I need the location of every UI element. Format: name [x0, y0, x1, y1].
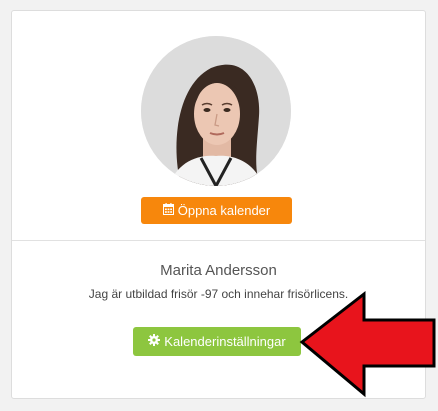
profile-photo	[141, 36, 291, 186]
open-calendar-label: Öppna kalender	[177, 203, 271, 218]
calendar-icon	[162, 203, 174, 218]
calendar-settings-button[interactable]: Kalenderinställningar	[133, 327, 301, 356]
profile-name: Marita Andersson	[160, 262, 277, 279]
divider	[12, 240, 425, 241]
calendar-settings-label: Kalenderinställningar	[164, 334, 286, 349]
gear-icon	[148, 334, 161, 349]
open-calendar-button[interactable]: Öppna kalender	[141, 197, 292, 224]
red-arrow-annotation	[298, 290, 438, 405]
